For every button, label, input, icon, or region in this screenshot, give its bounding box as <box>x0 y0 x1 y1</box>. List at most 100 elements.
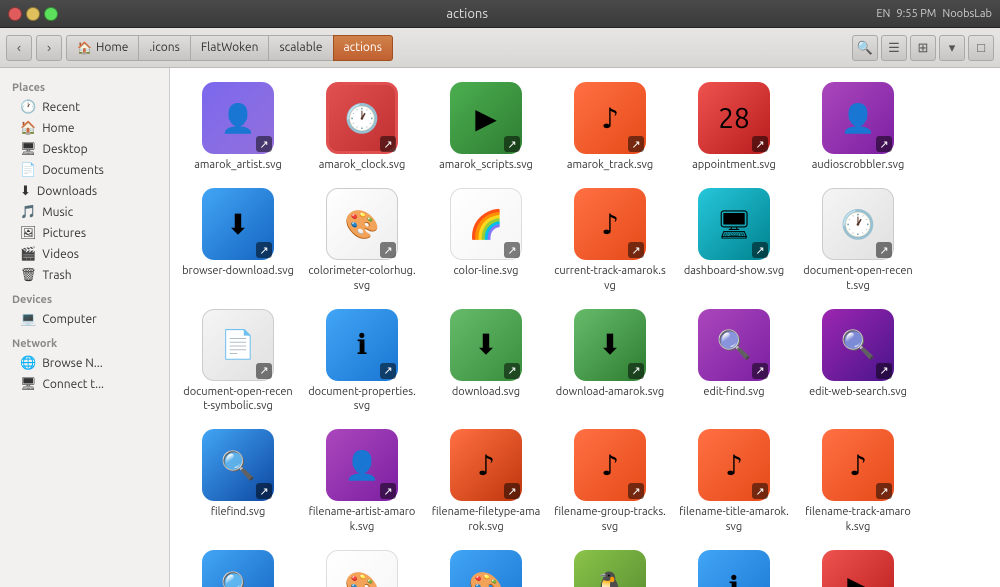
sidebar-item-videos[interactable]: 🎬 Videos <box>4 244 165 265</box>
breadcrumb-icons[interactable]: .icons <box>138 35 190 61</box>
file-icon-wrap: 👤 <box>326 429 398 501</box>
file-item[interactable]: ♪current-track-amarok.svg <box>550 182 670 299</box>
file-item[interactable]: ⬇download.svg <box>426 303 546 420</box>
breadcrumb: 🏠Home .icons FlatWoken scalable actions <box>66 35 848 61</box>
recent-icon: 🕐 <box>20 100 36 115</box>
file-item[interactable]: 🔍edit-find.svg <box>674 303 794 420</box>
minimize-button[interactable] <box>26 7 40 21</box>
music-icon: 🎵 <box>20 205 36 220</box>
window-button[interactable]: □ <box>968 35 994 61</box>
file-item[interactable]: ⬇browser-download.svg <box>178 182 298 299</box>
file-icon-wrap: 👤 <box>202 82 274 154</box>
breadcrumb-flatwoken[interactable]: FlatWoken <box>190 35 269 61</box>
file-icon-wrap: ♪ <box>574 429 646 501</box>
file-item[interactable]: 🖥dashboard-show.svg <box>674 182 794 299</box>
documents-icon: 📄 <box>20 163 36 178</box>
sidebar-item-recent[interactable]: 🕐 Recent <box>4 97 165 118</box>
file-label: download-amarok.svg <box>556 385 664 399</box>
file-item[interactable]: 🕐document-open-recent.svg <box>798 182 918 299</box>
places-header: Places <box>0 74 169 97</box>
file-label: filename-title-amarok.svg <box>678 505 790 534</box>
file-item[interactable]: 🌈color-line.svg <box>426 182 546 299</box>
file-item[interactable]: ⬇ download-amarok.svg <box>550 303 670 420</box>
list-view-button[interactable]: ☰ <box>881 35 907 61</box>
sidebar-item-music[interactable]: 🎵 Music <box>4 202 165 223</box>
file-label: filename-group-tracks.svg <box>554 505 666 534</box>
file-item[interactable]: 👤filename-artist-amarok.svg <box>302 423 422 540</box>
file-icon: 🐧 <box>574 550 646 587</box>
file-item[interactable]: 🎨format-fill-color.svg <box>426 544 546 587</box>
sidebar-item-trash[interactable]: 🗑 Trash <box>4 265 165 286</box>
file-item[interactable]: 🔍edit-web-search.svg <box>798 303 918 420</box>
file-item[interactable]: ♪filename-filetype-amarok.svg <box>426 423 546 540</box>
file-icon-wrap: 🌈 <box>450 188 522 260</box>
sidebar-item-home[interactable]: 🏠 Home <box>4 118 165 139</box>
home-sidebar-icon: 🏠 <box>20 121 36 136</box>
file-item[interactable]: 🕐amarok_clock.svg <box>302 76 422 178</box>
sidebar-item-label-pictures: Pictures <box>43 227 87 240</box>
sidebar-item-label-browse-network: Browse N... <box>42 357 102 370</box>
file-item[interactable]: ♪amarok_track.svg <box>550 76 670 178</box>
sidebar-item-downloads[interactable]: ⬇ Downloads <box>4 181 165 202</box>
file-grid: 👤amarok_artist.svg🕐amarok_clock.svg▶amar… <box>178 76 992 587</box>
window-controls[interactable] <box>8 7 58 21</box>
file-item[interactable]: 🐧gnome-about-logo.svg <box>550 544 670 587</box>
breadcrumb-home[interactable]: 🏠Home <box>66 35 138 61</box>
sidebar-item-browse-network[interactable]: 🌐 Browse N... <box>4 353 165 374</box>
file-label: audioscrobbler.svg <box>812 158 905 172</box>
view-dropdown-button[interactable]: ▾ <box>939 35 965 61</box>
file-item[interactable]: ▶gnome-run.svg <box>798 544 918 587</box>
file-item[interactable]: 🔍filefind.svg <box>178 423 298 540</box>
keyboard-indicator: EN <box>876 8 890 20</box>
file-item[interactable]: 🔍file-search.svg <box>178 544 298 587</box>
sidebar-item-desktop[interactable]: 🖥 Desktop <box>4 139 165 160</box>
maximize-button[interactable] <box>44 7 58 21</box>
file-item[interactable]: 28appointment.svg <box>674 76 794 178</box>
file-item[interactable]: ♪ filename-group-tracks.svg <box>550 423 670 540</box>
file-label: edit-web-search.svg <box>809 385 907 399</box>
file-icon-wrap: ⬇ <box>574 309 646 381</box>
sidebar-item-label-computer: Computer <box>42 313 96 326</box>
back-button[interactable]: ‹ <box>6 35 32 61</box>
breadcrumb-scalable[interactable]: scalable <box>268 35 332 61</box>
file-icon: 🕐 <box>326 82 398 154</box>
network-icon: 🌐 <box>20 356 36 371</box>
file-icon-wrap: ♪ <box>822 429 894 501</box>
file-icon-wrap: ⬇ <box>450 309 522 381</box>
file-label: document-open-recent-symbolic.svg <box>182 385 294 414</box>
forward-button[interactable]: › <box>36 35 62 61</box>
home-icon: 🏠 <box>77 41 92 55</box>
grid-view-button[interactable]: ⊞ <box>910 35 936 61</box>
file-item[interactable]: ℹdocument-properties.svg <box>302 303 422 420</box>
file-icon: 28 <box>698 82 770 154</box>
file-label: filename-filetype-amarok.svg <box>430 505 542 534</box>
file-icon: 📄 <box>202 309 274 381</box>
sidebar-item-documents[interactable]: 📄 Documents <box>4 160 165 181</box>
file-item[interactable]: ▶amarok_scripts.svg <box>426 76 546 178</box>
close-button[interactable] <box>8 7 22 21</box>
file-item[interactable]: 👤 audioscrobbler.svg <box>798 76 918 178</box>
sidebar-item-computer[interactable]: 💻 Computer <box>4 309 165 330</box>
file-item[interactable]: ℹgnome-info.svg <box>674 544 794 587</box>
file-item[interactable]: 📄 document-open-recent-symbolic.svg <box>178 303 298 420</box>
file-icon: 👤 <box>326 429 398 501</box>
file-icon-wrap: 👤 <box>822 82 894 154</box>
sidebar-item-connect[interactable]: 🖥 Connect t... <box>4 374 165 395</box>
file-label: document-open-recent.svg <box>802 264 914 293</box>
file-item[interactable]: 🎨fill-color.svg <box>302 544 422 587</box>
file-icon: ℹ <box>698 550 770 587</box>
sidebar-item-pictures[interactable]: 🖼 Pictures <box>4 223 165 244</box>
file-icon-wrap: ▶ <box>822 550 894 587</box>
file-label: colorimeter-colorhug.svg <box>306 264 418 293</box>
devices-header: Devices <box>0 286 169 309</box>
file-label: dashboard-show.svg <box>684 264 784 278</box>
breadcrumb-actions[interactable]: actions <box>333 35 393 61</box>
file-item[interactable]: 🎨colorimeter-colorhug.svg <box>302 182 422 299</box>
file-grid-container: 👤amarok_artist.svg🕐amarok_clock.svg▶amar… <box>170 68 1000 587</box>
file-item[interactable]: 👤amarok_artist.svg <box>178 76 298 178</box>
search-button[interactable]: 🔍 <box>852 35 878 61</box>
file-icon: 🌈 <box>450 188 522 260</box>
file-item[interactable]: ♪filename-title-amarok.svg <box>674 423 794 540</box>
file-icon: ⬇ <box>450 309 522 381</box>
file-item[interactable]: ♪filename-track-amarok.svg <box>798 423 918 540</box>
